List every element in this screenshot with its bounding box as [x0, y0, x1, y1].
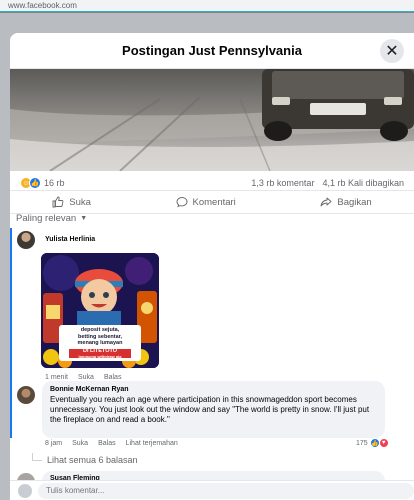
comment-reply-link[interactable]: Balas — [104, 374, 122, 381]
like-label: Suka — [69, 196, 91, 208]
comment-bubble: Bonnie McKernan Ryan Eventually you reac… — [42, 381, 385, 438]
promo-sub: langsung withdraw aja — [78, 354, 122, 359]
comment-input[interactable] — [38, 482, 414, 499]
post-actions: Suka Komentari Bagikan — [10, 190, 414, 214]
comment-icon — [176, 197, 187, 208]
like-button[interactable]: Suka — [52, 196, 91, 208]
avatar[interactable] — [17, 231, 35, 249]
commenter-name[interactable]: Bonnie McKernan Ryan — [50, 386, 377, 393]
like-icon: 👍 — [29, 177, 41, 189]
comment-image[interactable]: deposit sejuta, betting sebentar, menang… — [41, 253, 159, 368]
share-button[interactable]: Bagikan — [320, 196, 372, 208]
snow-road-photo — [10, 69, 414, 171]
user-avatar — [18, 483, 32, 498]
post-image[interactable] — [10, 69, 414, 171]
close-button[interactable]: ✕ — [380, 39, 404, 63]
love-icon: ♥ — [378, 438, 389, 448]
close-icon: ✕ — [385, 43, 399, 60]
comment-highlight-rail — [10, 228, 12, 438]
comment-compose-bar — [10, 480, 414, 500]
see-all-replies-link[interactable]: Lihat semua 6 balasan — [32, 453, 138, 465]
comment-sort-dropdown[interactable]: Paling relevan ▼ — [16, 213, 87, 224]
comment-meta: 8 jam Suka Balas Lihat terjemahan — [45, 440, 178, 447]
comment-reaction-count: 175 — [356, 439, 368, 447]
reaction-count[interactable]: 16 rb — [44, 178, 65, 188]
translate-link[interactable]: Lihat terjemahan — [126, 440, 178, 447]
avatar[interactable] — [17, 386, 35, 404]
reply-thread-line — [32, 453, 42, 461]
commenter-name[interactable]: Yulista Herlinia — [45, 236, 95, 243]
promo-line-3: menang lumayan — [77, 340, 123, 346]
comment-reactions[interactable]: 175 👍 ♥ — [356, 438, 389, 448]
comment-text: Eventually you reach an age where partic… — [50, 395, 370, 424]
see-replies-label: Lihat semua 6 balasan — [47, 455, 138, 465]
modal-header: Postingan Just Pennsylvania ✕ — [10, 33, 414, 69]
reaction-icons[interactable]: ☺ 👍 — [20, 177, 41, 189]
comment-like-link[interactable]: Suka — [78, 374, 94, 381]
promo-text-block: deposit sejuta, betting sebentar, menang… — [59, 325, 141, 361]
comment-count[interactable]: 1,3 rb komentar — [251, 178, 314, 188]
thumbs-up-icon — [52, 196, 64, 208]
comment-meta: 1 menit Suka Balas — [45, 374, 121, 381]
comment-label: Komentari — [192, 196, 236, 208]
caret-down-icon: ▼ — [80, 215, 88, 222]
share-label: Bagikan — [337, 196, 372, 208]
share-count[interactable]: 4,1 rb Kali dibagikan — [322, 178, 404, 188]
comment-reply-link[interactable]: Balas — [98, 440, 116, 447]
comment-like-link[interactable]: Suka — [72, 440, 88, 447]
post-modal: Postingan Just Pennsylvania ✕ ☺ 👍 16 rb … — [10, 33, 414, 500]
share-icon — [320, 197, 332, 207]
sort-label: Paling relevan — [16, 213, 77, 224]
comment-time[interactable]: 1 menit — [45, 374, 68, 381]
comment-time[interactable]: 8 jam — [45, 440, 62, 447]
url-text[interactable]: www.facebook.com — [8, 1, 77, 10]
modal-title: Postingan Just Pennsylvania — [122, 43, 302, 58]
comment-button[interactable]: Komentari — [176, 196, 236, 208]
browser-url-bar[interactable]: www.facebook.com — [0, 0, 414, 12]
